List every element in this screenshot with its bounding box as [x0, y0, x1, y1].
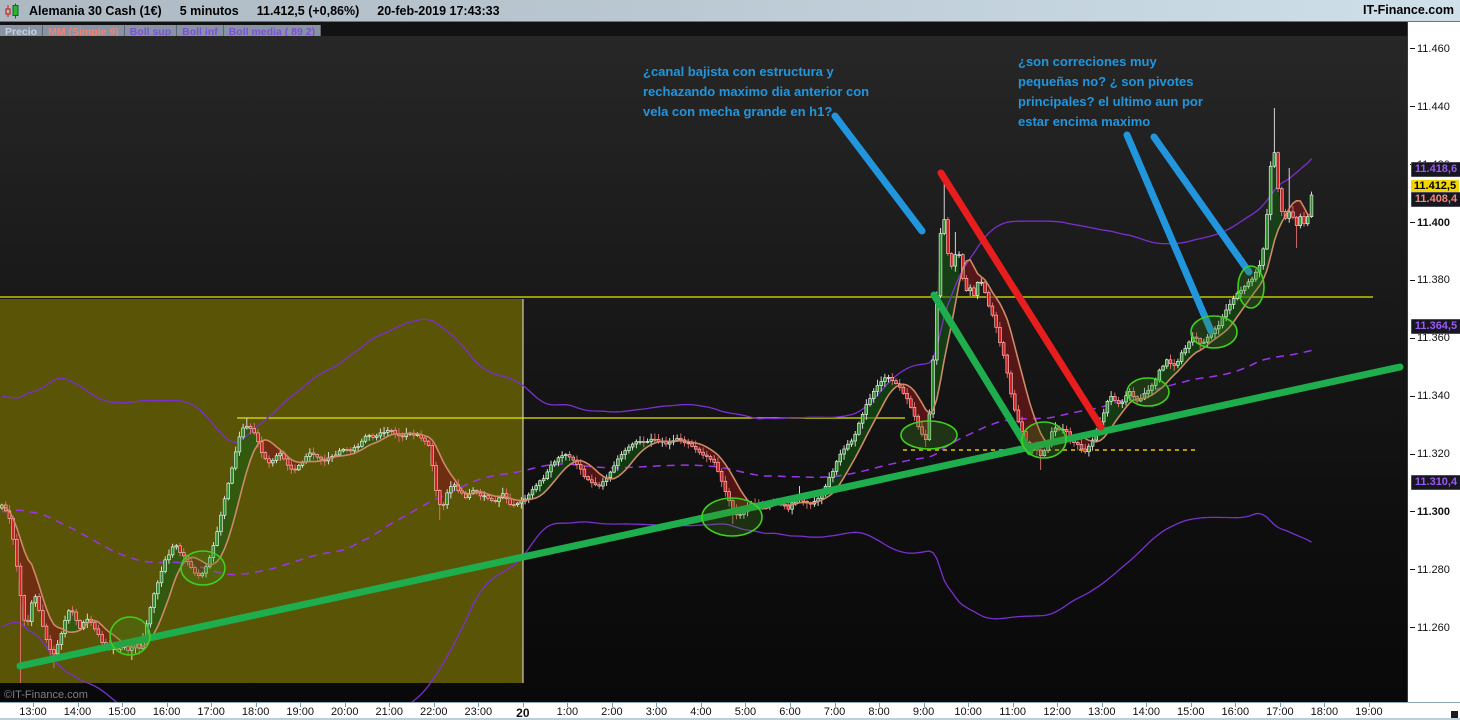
- tick-label: 11.320: [1417, 448, 1450, 461]
- chart-note-line: ¿son correciones muy: [1018, 54, 1157, 69]
- tick-label: 11.440: [1417, 100, 1450, 113]
- chart-canvas[interactable]: ¿canal bajista con estructura y rechazand…: [0, 36, 1407, 702]
- pivot-circle[interactable]: [1237, 265, 1265, 309]
- x-tick-label: 23:00: [464, 706, 493, 718]
- blue-arrow-2[interactable]: [1123, 131, 1215, 335]
- x-tick-label: 18:00: [241, 706, 270, 718]
- chart-note-line: principales? el ultimo aun por: [1018, 94, 1203, 109]
- x-tick-label: 16:00: [152, 706, 181, 718]
- instrument-name: Alemania 30 Cash (1€): [29, 3, 162, 18]
- x-tick-label: 12:00: [1043, 706, 1071, 718]
- indicator-legend-bar: Precio MM (Simple 9) Boll sup Boll inf Boll …: [0, 22, 1407, 39]
- chart-note-2[interactable]: ¿son correciones muy pequeñas no? ¿ son p…: [1018, 52, 1203, 132]
- y-axis-tick: 11.460: [1410, 43, 1450, 55]
- x-tick-label: 16:00: [1221, 706, 1250, 718]
- y-axis-tick: 11.440: [1410, 101, 1450, 113]
- y-axis-tick: 11.380: [1410, 274, 1450, 286]
- x-tick-label: 22:00: [420, 706, 448, 718]
- trading-platform: Alemania 30 Cash (1€) 5 minutos 11.412,5…: [0, 0, 1460, 720]
- chart-note-line: rechazando maximo dia anterior con: [643, 84, 870, 99]
- x-tick-label: 17:00: [1266, 706, 1294, 718]
- x-tick-label: 13:00: [1087, 706, 1116, 718]
- pivot-circle[interactable]: [900, 420, 958, 450]
- tick-mark: [1410, 222, 1415, 224]
- x-tick-label: 17:00: [197, 706, 225, 718]
- x-tick-label: 11:00: [999, 706, 1027, 718]
- y-axis-tick: 11.260: [1410, 622, 1450, 634]
- tick-mark: [1410, 279, 1415, 281]
- x-tick-label: 6:00: [779, 706, 801, 718]
- pivot-circle[interactable]: [1021, 421, 1067, 459]
- x-tick-label: 14:00: [63, 706, 92, 718]
- pivot-circle[interactable]: [1126, 377, 1170, 407]
- tick-mark: [1410, 569, 1415, 571]
- tick-label: 11.460: [1417, 42, 1450, 55]
- x-tick-label: 9:00: [912, 706, 935, 718]
- chart-note-line: vela con mecha grande en h1?: [643, 104, 833, 119]
- tick-label: 11.260: [1417, 621, 1450, 634]
- tick-mark: [1410, 337, 1415, 339]
- x-tick-label: 3:00: [645, 706, 668, 718]
- x-tick-label: 19:00: [286, 706, 314, 718]
- boll-inf-price-label: 11.310,4: [1411, 475, 1460, 491]
- price-axis[interactable]: 11.46011.44011.42011.40011.38011.36011.3…: [1407, 22, 1460, 702]
- timeframe-label: 5 minutos: [179, 3, 239, 18]
- last-price-change: 11.412,5 (+0,86%): [256, 3, 360, 18]
- y-axis-tick: 11.400: [1410, 217, 1450, 229]
- y-axis-tick: 11.340: [1410, 390, 1450, 402]
- y-axis-tick: 11.300: [1410, 506, 1450, 518]
- x-tick-label: 1:00: [556, 706, 579, 718]
- pivot-circle[interactable]: [1190, 315, 1238, 349]
- mm9-price-label: 11.408,4: [1411, 191, 1460, 207]
- chart-note-line: pequeñas no? ¿ son pivotes: [1018, 74, 1194, 89]
- x-tick-label: 8:00: [868, 706, 890, 718]
- tick-label: 11.380: [1417, 274, 1450, 287]
- x-tick-label: 15:00: [108, 706, 136, 718]
- tick-label: 11.340: [1417, 390, 1450, 403]
- x-tick-label: 20:00: [330, 706, 359, 718]
- blue-arrow-1[interactable]: [831, 112, 926, 235]
- x-tick-label: 21:00: [375, 706, 403, 718]
- tick-mark: [1410, 395, 1415, 397]
- x-tick-label: 14:00: [1132, 706, 1161, 718]
- price-chart-svg[interactable]: [0, 36, 1407, 702]
- last-price-price-label: 11.412,5: [1411, 179, 1459, 193]
- tick-mark: [1410, 48, 1415, 50]
- pivot-circle[interactable]: [180, 550, 226, 586]
- x-tick-label: 13:00: [19, 706, 47, 718]
- boll-media-price-label: 11.364,5: [1411, 318, 1460, 334]
- chart-header-bar: Alemania 30 Cash (1€) 5 minutos 11.412,5…: [0, 0, 1460, 22]
- blue-arrow-3[interactable]: [1150, 133, 1253, 276]
- x-tick-label: 18:00: [1310, 706, 1339, 718]
- tick-label: 11.280: [1417, 563, 1450, 576]
- x-tick-label: 2:00: [601, 706, 623, 718]
- tick-label: 11.400: [1417, 216, 1451, 229]
- tick-mark: [1410, 511, 1415, 513]
- chart-note-line: ¿canal bajista con estructura y: [643, 64, 834, 79]
- y-axis-tick: 11.320: [1410, 448, 1450, 460]
- pivot-circle[interactable]: [109, 616, 151, 656]
- y-axis-tick: 11.360: [1410, 332, 1450, 344]
- tick-label: 11.360: [1417, 332, 1450, 345]
- x-tick-label: 10:00: [954, 706, 982, 718]
- resize-handle[interactable]: [1451, 711, 1458, 718]
- tick-mark: [1410, 453, 1415, 455]
- y-axis-tick: 11.280: [1410, 564, 1450, 576]
- x-tick-label: 5:00: [734, 706, 757, 718]
- x-tick-label: 15:00: [1177, 706, 1205, 718]
- boll-sup-price-label: 11.418,6: [1411, 162, 1460, 178]
- chart-note-1[interactable]: ¿canal bajista con estructura y rechazand…: [643, 62, 869, 122]
- tick-mark: [1410, 106, 1415, 108]
- candlestick-icon: [4, 3, 21, 19]
- x-tick-label: 4:00: [690, 706, 712, 718]
- watermark: ©IT-Finance.com: [4, 689, 88, 701]
- pivot-circle[interactable]: [701, 497, 763, 537]
- chart-note-line: estar encima maximo: [1018, 114, 1151, 129]
- tick-label: 11.300: [1417, 505, 1451, 518]
- tick-mark: [1410, 627, 1415, 629]
- brand-logo: IT-Finance.com: [1363, 3, 1454, 17]
- x-tick-label: 7:00: [823, 706, 846, 718]
- x-tick-label: 19:00: [1355, 706, 1383, 718]
- datetime-label: 20-feb-2019 17:43:33: [377, 3, 500, 18]
